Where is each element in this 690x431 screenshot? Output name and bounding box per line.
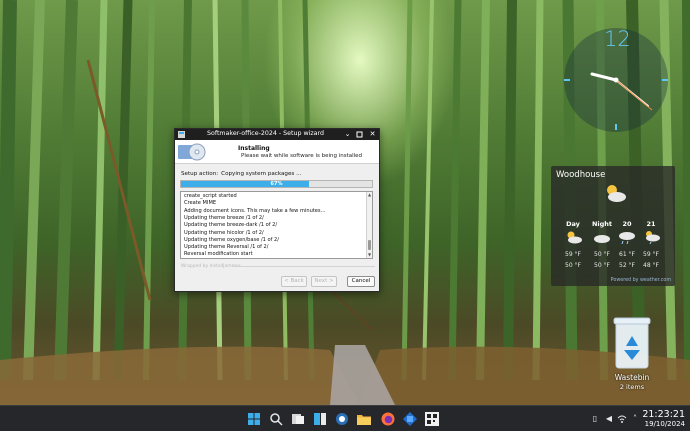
start-menu-icon[interactable] bbox=[246, 411, 262, 427]
wastebin-desktop-icon[interactable]: Wastebin 2 items bbox=[604, 316, 660, 396]
log-line: Updating theme oxygen/base /1 of 2/ bbox=[184, 236, 280, 243]
weather-high-night: 50 °F bbox=[594, 251, 610, 258]
scroll-thumb[interactable] bbox=[368, 240, 371, 250]
app-icon bbox=[178, 131, 185, 138]
back-button[interactable]: < Back bbox=[281, 276, 307, 287]
search-icon[interactable] bbox=[268, 411, 284, 427]
sun-rain-icon bbox=[646, 231, 660, 244]
window-titlebar[interactable]: Softmaker-office-2024 - Setup wizard ⌄ ✕ bbox=[175, 129, 379, 140]
partly-cloudy-icon bbox=[607, 185, 626, 202]
log-scrollbar[interactable]: ▲ ▼ bbox=[366, 192, 372, 258]
log-line: Adding document icons. This may take a f… bbox=[184, 207, 326, 214]
minimize-icon[interactable]: ⌄ bbox=[343, 130, 352, 139]
network-icon[interactable] bbox=[617, 414, 627, 424]
recycle-bin-icon bbox=[613, 317, 651, 369]
weather-credit-link[interactable]: Powered by weather.com bbox=[611, 278, 671, 283]
install-progress-bar: 67% bbox=[180, 180, 373, 188]
taskbar-date: 19/10/2024 bbox=[644, 420, 685, 428]
setup-action-label: Setup action: bbox=[181, 171, 219, 177]
log-line: Updating theme breeze /1 of 2/ bbox=[184, 214, 264, 221]
taskbar-time: 21:23:21 bbox=[642, 409, 685, 420]
clock-hour-label: 12 bbox=[604, 27, 631, 51]
clipboard-icon[interactable]: ▯ bbox=[590, 414, 600, 424]
log-line: create_script started bbox=[184, 193, 237, 199]
setup-wizard-window[interactable]: Softmaker-office-2024 - Setup wizard ⌄ ✕… bbox=[174, 128, 380, 292]
setup-action-value: Copying system packages ... bbox=[221, 171, 302, 177]
weather-widget[interactable]: Woodhouse Day Night 20 21 59 °F 50 °F 61… bbox=[551, 166, 675, 286]
scroll-up-icon[interactable]: ▲ bbox=[367, 192, 372, 198]
wastebin-count: 2 items bbox=[619, 383, 645, 391]
installer-app-icon[interactable] bbox=[424, 411, 440, 427]
weather-low-night: 50 °F bbox=[594, 262, 610, 269]
volume-icon[interactable]: ◀ bbox=[604, 414, 614, 424]
weather-col-20: 20 bbox=[622, 220, 632, 228]
cloudy-icon bbox=[594, 235, 610, 243]
cancel-button[interactable]: Cancel bbox=[347, 276, 375, 287]
weather-location: Woodhouse bbox=[556, 170, 606, 180]
wastebin-label: Wastebin bbox=[614, 373, 650, 382]
wizard-header: Installing Please wait while software is… bbox=[175, 140, 379, 164]
log-line: Updating theme hicolor /1 of 2/ bbox=[184, 229, 264, 236]
weather-high-20: 61 °F bbox=[619, 251, 635, 258]
scroll-down-icon[interactable]: ▼ bbox=[367, 252, 372, 258]
weather-high-day: 59 °F bbox=[565, 251, 581, 258]
widgets-icon[interactable] bbox=[312, 411, 328, 427]
next-button[interactable]: Next > bbox=[311, 276, 337, 287]
firefox-icon[interactable] bbox=[380, 411, 396, 427]
task-view-icon[interactable] bbox=[290, 411, 306, 427]
progress-text: 67% bbox=[270, 181, 283, 187]
file-manager-icon[interactable] bbox=[356, 411, 372, 427]
weather-low-21: 48 °F bbox=[643, 262, 659, 269]
software-center-icon[interactable] bbox=[402, 411, 418, 427]
weather-col-day: Day bbox=[566, 220, 580, 228]
close-icon[interactable]: ✕ bbox=[368, 130, 377, 139]
weather-low-20: 52 °F bbox=[619, 262, 635, 269]
log-line: Create MIME bbox=[184, 200, 217, 207]
rain-icon bbox=[619, 232, 635, 244]
partly-cloudy-icon bbox=[567, 231, 582, 244]
log-line: Updating theme breeze-dark /1 of 2/ bbox=[184, 222, 278, 229]
weather-col-night: Night bbox=[591, 220, 613, 228]
weather-col-21: 21 bbox=[646, 220, 656, 228]
maximize-icon[interactable] bbox=[355, 130, 364, 139]
discover-icon[interactable] bbox=[334, 411, 350, 427]
taskbar-clock[interactable]: 21:23:21 19/10/2024 bbox=[637, 409, 685, 429]
wizard-step-title: Installing bbox=[238, 145, 270, 152]
log-line: Reversal modification start bbox=[184, 251, 253, 258]
setup-action-row: Setup action: Copying system packages ... bbox=[181, 171, 301, 177]
installer-disc-icon bbox=[178, 143, 206, 161]
wizard-step-subtitle: Please wait while software is being inst… bbox=[241, 153, 363, 159]
weather-low-day: 50 °F bbox=[565, 262, 581, 269]
button-divider bbox=[232, 266, 375, 267]
weather-high-21: 59 °F bbox=[643, 251, 659, 258]
log-line: Updating theme Reversal /1 of 2/ bbox=[184, 244, 269, 251]
window-title: Softmaker-office-2024 - Setup wizard bbox=[207, 130, 325, 137]
taskbar: ▯ ◀ ˄ 21:23:21 19/10/2024 bbox=[0, 405, 690, 431]
install-log[interactable]: create_script started Create MIME Adding… bbox=[180, 191, 373, 259]
